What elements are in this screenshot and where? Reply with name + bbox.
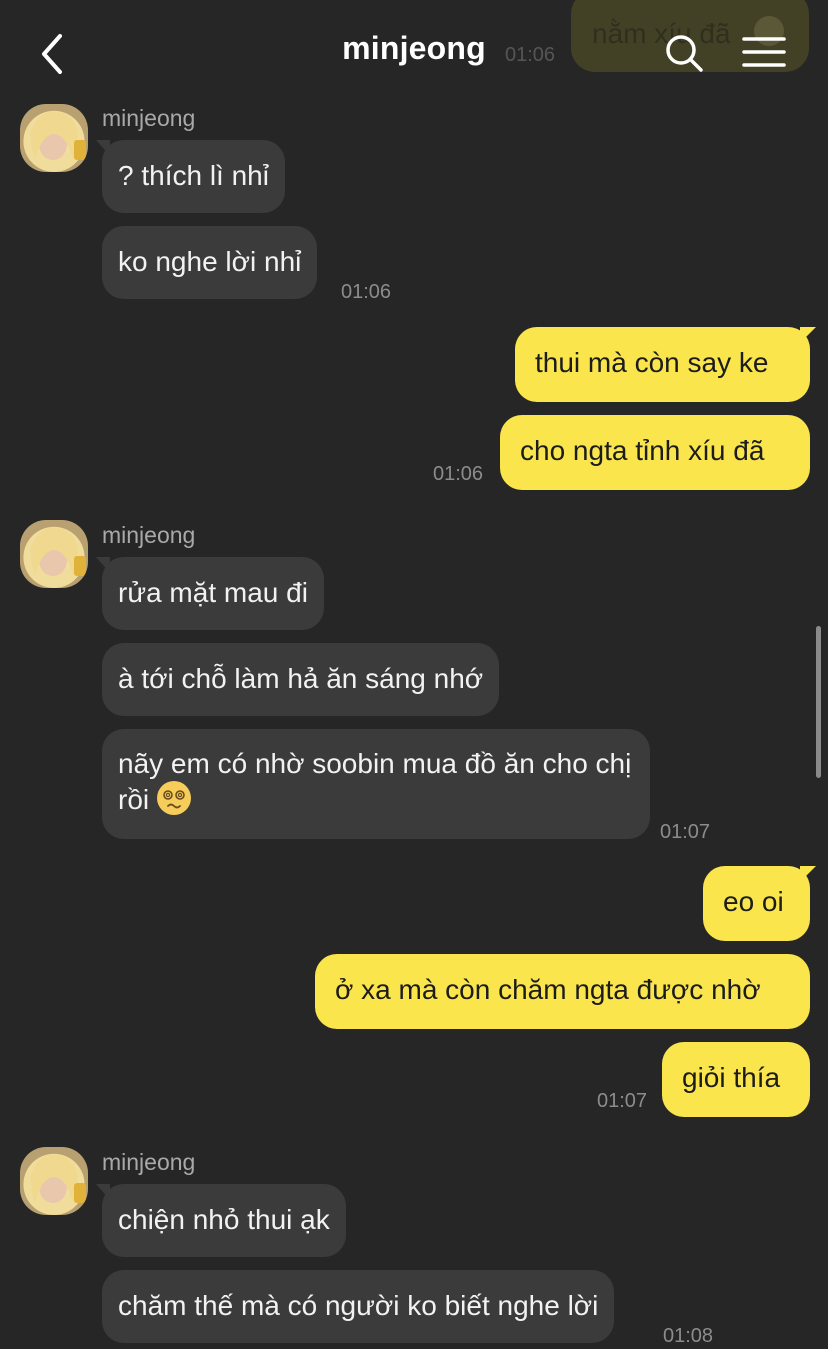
- incoming-message-bubble[interactable]: ? thích lì nhỉ: [102, 140, 285, 213]
- dizzy-face-emoji-icon: [156, 781, 191, 815]
- incoming-message-bubble[interactable]: rửa mặt mau đi: [102, 557, 324, 630]
- outgoing-message-bubble[interactable]: thui mà còn say ke: [515, 327, 810, 402]
- incoming-message-bubble[interactable]: ko nghe lời nhỉ: [102, 226, 318, 299]
- message-timestamp: 01:06: [341, 281, 392, 303]
- hamburger-menu-icon: [742, 37, 786, 67]
- avatar[interactable]: [20, 1147, 88, 1215]
- message-text: nãy em có nhờ soobin mua đồ ăn cho chị r…: [118, 748, 632, 815]
- scrollbar[interactable]: [816, 626, 821, 778]
- message-timestamp: 01:06: [433, 463, 484, 485]
- menu-button[interactable]: [738, 30, 790, 78]
- avatar[interactable]: [20, 520, 88, 588]
- outgoing-message-bubble[interactable]: giỏi thía: [662, 1042, 810, 1117]
- outgoing-message-bubble[interactable]: cho ngta tỉnh xíu đã: [500, 415, 810, 490]
- message-timestamp: 01:08: [663, 1325, 714, 1347]
- incoming-message-bubble[interactable]: chiện nhỏ thui ạk: [102, 1184, 346, 1257]
- sender-name: minjeong: [102, 522, 196, 548]
- outgoing-message-bubble[interactable]: ở xa mà còn chăm ngta được nhờ: [315, 954, 810, 1029]
- sender-name: minjeong: [102, 1149, 196, 1175]
- incoming-message-bubble[interactable]: à tới chỗ làm hả ăn sáng nhớ: [102, 643, 500, 716]
- search-icon: [666, 35, 703, 72]
- sender-name: minjeong: [102, 105, 196, 131]
- incoming-message-bubble[interactable]: nãy em có nhờ soobin mua đồ ăn cho chị r…: [102, 729, 650, 839]
- outgoing-message-bubble[interactable]: eo oi: [703, 866, 810, 941]
- search-button[interactable]: [660, 30, 708, 78]
- message-timestamp: 01:07: [660, 821, 711, 843]
- incoming-message-bubble[interactable]: chăm thế mà có người ko biết nghe lời: [102, 1270, 615, 1343]
- avatar[interactable]: [20, 104, 88, 172]
- message-timestamp: 01:07: [597, 1090, 648, 1112]
